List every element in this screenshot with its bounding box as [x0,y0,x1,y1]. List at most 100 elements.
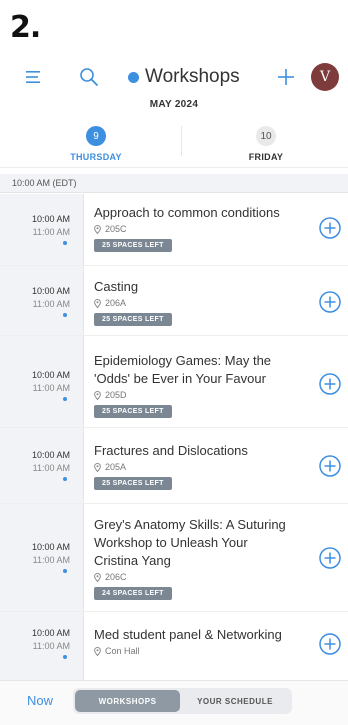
tab-your-schedule[interactable]: YOUR SCHEDULE [180,690,290,712]
now-button[interactable]: Now [27,693,53,708]
location-pin-icon [94,298,101,308]
search-icon[interactable] [77,60,101,94]
event-row[interactable]: 10:00 AM 11:00 AM Med student panel & Ne… [0,612,348,680]
add-circle-icon[interactable] [318,290,342,314]
event-start-time: 10:00 AM [31,286,70,296]
event-title-line: Cristina Yang [94,553,171,568]
event-start-time: 10:00 AM [31,628,70,638]
event-row[interactable]: 10:00 AM 11:00 AM Epidemiology Games: Ma… [0,336,348,428]
plus-icon[interactable] [274,60,298,94]
event-title-line: Grey's Anatomy Skills: A Suturing [94,517,286,532]
add-circle-icon[interactable] [318,454,342,478]
time-section-header: 10:00 AM (EDT) [0,174,348,193]
spaces-left-badge: 25 SPACES LEFT [94,313,172,326]
event-room: Con Hall [105,646,140,656]
day-tab-friday[interactable]: 10 FRIDAY [216,126,316,162]
page-title-text: Workshops [145,66,240,87]
event-end-time: 11:00 AM [32,299,70,309]
day-selector: 9 THURSDAY 10 FRIDAY [0,116,348,168]
event-start-time: 10:00 AM [31,370,70,380]
event-title: Grey's Anatomy Skills: A Suturing Worksh… [94,516,306,570]
event-dot [63,397,67,401]
event-times: 10:00 AM 11:00 AM [0,286,70,317]
view-segmented-control: WORKSHOPS YOUR SCHEDULE [73,688,292,714]
event-start-time: 10:00 AM [31,542,70,552]
event-location: Con Hall [94,646,306,656]
event-info: Epidemiology Games: May the 'Odds' be Ev… [94,352,306,418]
bottom-bar: Now WORKSHOPS YOUR SCHEDULE [0,680,348,725]
event-dot [63,313,67,317]
menu-icon[interactable] [22,60,46,94]
location-pin-icon [94,462,101,472]
event-times: 10:00 AM 11:00 AM [0,628,70,659]
event-room: 205C [105,224,127,234]
event-row[interactable]: 10:00 AM 11:00 AM Approach to common con… [0,194,348,266]
event-info: Med student panel & Networking Con Hall [94,626,306,656]
event-times: 10:00 AM 11:00 AM [0,542,70,573]
event-title-line: 'Odds' be Ever in Your Favour [94,371,266,386]
tab-workshops[interactable]: WORKSHOPS [75,690,180,712]
day-number: 10 [256,126,276,146]
event-location: 205A [94,462,306,472]
event-location: 205C [94,224,306,234]
event-row[interactable]: 10:00 AM 11:00 AM Fractures and Dislocat… [0,428,348,504]
event-title-line: Med student panel & Networking [94,627,282,642]
event-row[interactable]: 10:00 AM 11:00 AM Casting 206A 25 SPACES… [0,266,348,336]
day-divider [181,126,182,156]
event-dot [63,477,67,481]
month-label: MAY 2024 [149,99,199,110]
event-end-time: 11:00 AM [32,463,70,473]
event-title: Fractures and Dislocations [94,442,306,460]
spaces-left-badge: 24 SPACES LEFT [94,587,172,600]
day-name: THURSDAY [70,152,122,162]
event-times: 10:00 AM 11:00 AM [0,214,70,245]
day-tab-thursday[interactable]: 9 THURSDAY [46,126,146,162]
event-room: 206A [105,298,127,308]
event-row[interactable]: 10:00 AM 11:00 AM Grey's Anatomy Skills:… [0,504,348,612]
event-title: Casting [94,278,306,296]
event-room: 205A [105,462,127,472]
event-location: 206A [94,298,306,308]
spaces-left-badge: 25 SPACES LEFT [94,477,172,490]
event-room: 206C [105,572,127,582]
step-label: 2. [10,10,41,45]
day-name: FRIDAY [248,152,284,162]
event-dot [63,241,67,245]
event-end-time: 11:00 AM [32,383,70,393]
event-title: Med student panel & Networking [94,626,306,644]
event-location: 206C [94,572,306,582]
event-info: Casting 206A 25 SPACES LEFT [94,278,306,326]
page-title: Workshops [128,60,240,94]
event-title-line: Epidemiology Games: May the [94,353,272,368]
event-info: Fractures and Dislocations 205A 25 SPACE… [94,442,306,490]
location-pin-icon [94,390,101,400]
day-number: 9 [86,126,106,146]
spaces-left-badge: 25 SPACES LEFT [94,405,172,418]
event-room: 205D [105,390,127,400]
event-info: Grey's Anatomy Skills: A Suturing Worksh… [94,516,306,600]
event-list[interactable]: 10:00 AM 11:00 AM Approach to common con… [0,194,348,680]
add-circle-icon[interactable] [318,372,342,396]
calendar-color-dot [128,71,139,83]
add-circle-icon[interactable] [318,632,342,656]
event-location: 205D [94,390,306,400]
event-title: Approach to common conditions [94,204,306,222]
spaces-left-badge: 25 SPACES LEFT [94,239,172,252]
event-title: Epidemiology Games: May the 'Odds' be Ev… [94,352,306,388]
add-circle-icon[interactable] [318,546,342,570]
location-pin-icon [94,224,101,234]
add-circle-icon[interactable] [318,216,342,240]
event-title-line: Workshop to Unleash Your [94,535,248,550]
event-times: 10:00 AM 11:00 AM [0,370,70,401]
event-end-time: 11:00 AM [32,555,70,565]
location-pin-icon [94,572,101,582]
event-title-line: Casting [94,279,139,294]
event-end-time: 11:00 AM [32,227,70,237]
event-times: 10:00 AM 11:00 AM [0,450,70,481]
time-section-label: 10:00 AM (EDT) [12,178,77,188]
avatar[interactable]: V [311,63,339,91]
event-start-time: 10:00 AM [31,450,70,460]
event-title-line: Approach to common conditions [94,205,280,220]
location-pin-icon [94,646,101,656]
event-info: Approach to common conditions 205C 25 SP… [94,204,306,252]
